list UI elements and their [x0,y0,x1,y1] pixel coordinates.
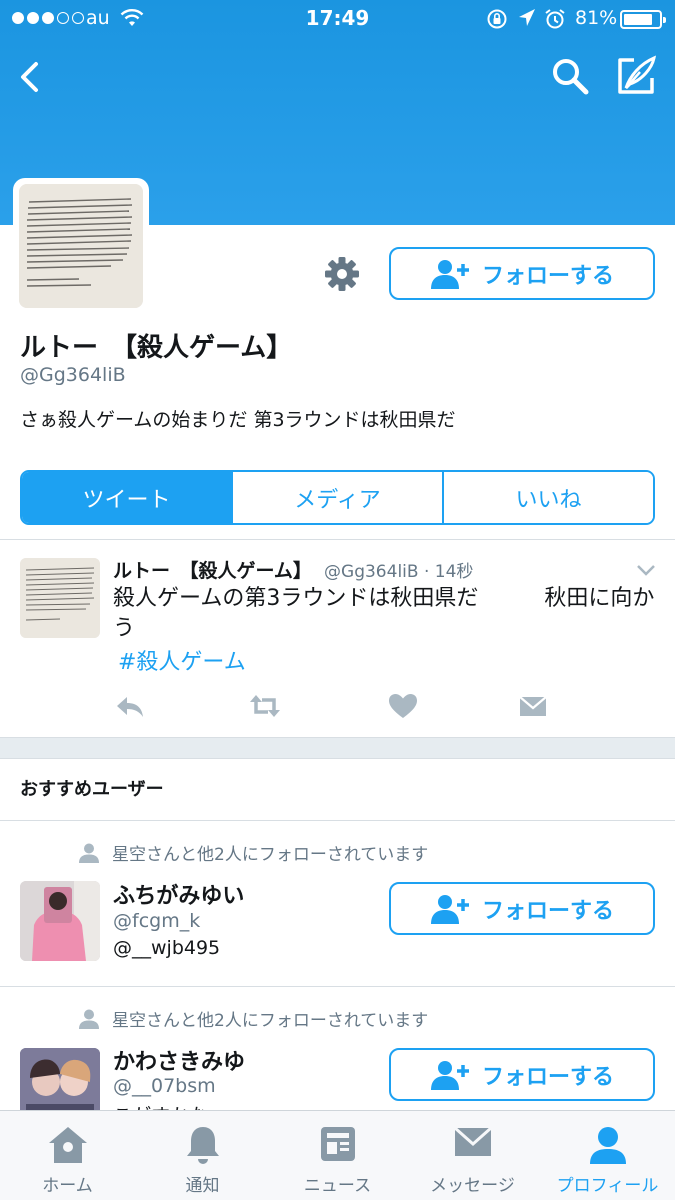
bottom-tab-bar: ホーム 通知 ニュース メッセージ プロフィール [0,1110,675,1200]
follow-context: 星空さんと他2人にフォローされています [78,840,428,865]
follow-context-text: 星空さんと他2人にフォローされています [112,845,429,865]
tweet-hashtag[interactable]: #殺人ゲーム [118,644,246,676]
add-user-icon [430,259,469,289]
profile-avatar[interactable] [13,178,149,314]
profile-handle: @Gg364liB [20,364,126,386]
tab-tweets[interactable]: ツイート [22,472,231,523]
tabbar-label: 通知 [185,1176,220,1196]
rotation-lock-icon [487,9,507,29]
tabbar-home[interactable]: ホーム [0,1111,135,1200]
divider [0,758,675,759]
clock: 17:49 [305,6,370,30]
recommended-users-title: おすすめユーザー [20,779,164,800]
profile-bio: さぁ殺人ゲームの始まりだ 第3ラウンドは秋田県だ [20,409,456,431]
tabbar-label: ホーム [42,1176,93,1196]
follow-button[interactable]: フォローする [389,247,655,300]
tab-media[interactable]: メディア [231,472,442,523]
heart-icon[interactable] [386,690,420,722]
person-icon [79,1009,99,1029]
tweet-text: 殺人ゲームの第3ラウンドは秋田県だ 秋田に向かう [113,586,655,641]
reply-icon[interactable] [113,690,147,722]
user-bio: @__wjb495 [113,937,221,959]
add-user-icon [430,894,469,924]
status-bar: au 17:49 81% [0,0,675,38]
battery-icon [620,10,666,29]
profile-icon [589,1127,626,1164]
profile-tabs: ツイート メディア いいね [20,470,655,525]
bell-icon [186,1127,219,1164]
follow-button-label: フォローする [481,898,614,924]
tweet-author-name[interactable]: ルトー 【殺人ゲーム】 [113,560,312,582]
tabbar-label: プロフィール [556,1176,659,1196]
user-handle: @__07bsm [113,1075,216,1097]
tabbar-profile[interactable]: プロフィール [540,1111,675,1200]
gear-icon[interactable] [320,252,364,296]
follow-context-text: 星空さんと他2人にフォローされています [112,1011,429,1031]
divider [0,986,675,987]
alarm-icon [545,9,565,29]
divider [0,820,675,821]
user-handle: @fcgm_k [113,910,201,932]
back-icon[interactable] [10,55,54,99]
tweet-header: ルトー 【殺人ゲーム】 @Gg364liB · 14秒 [113,556,473,583]
tabbar-notifications[interactable]: 通知 [135,1111,270,1200]
chevron-down-icon[interactable] [634,560,658,580]
location-icon [519,9,535,26]
follow-context: 星空さんと他2人にフォローされています [78,1006,428,1031]
tweet-avatar[interactable] [20,558,100,638]
document-photo [19,184,143,308]
tabbar-messages[interactable]: メッセージ [405,1111,540,1200]
follow-button[interactable]: フォローする [389,1048,655,1101]
battery-percent: 81% [575,7,618,29]
home-icon [48,1127,87,1163]
profile-display-name: ルトー 【殺人ゲーム】 [20,333,293,363]
follow-button[interactable]: フォローする [389,882,655,935]
tabbar-label: メッセージ [430,1176,515,1196]
section-separator [0,738,675,758]
news-icon [320,1127,355,1161]
user-avatar[interactable] [20,881,100,961]
user-photo [20,881,100,961]
divider [0,737,675,738]
compose-tweet-icon[interactable] [612,52,660,100]
tabbar-label: ニュース [303,1176,372,1196]
user-name[interactable]: かわさきみゆ [113,1044,245,1076]
retweet-icon[interactable] [248,690,282,722]
envelope-icon[interactable] [516,690,550,722]
follow-button-label: フォローする [481,1064,614,1090]
person-icon [79,843,99,863]
tabbar-news[interactable]: ニュース [270,1111,405,1200]
envelope-icon [453,1126,492,1156]
add-user-icon [430,1060,469,1090]
document-photo [20,558,100,638]
search-icon[interactable] [548,54,592,98]
tab-likes[interactable]: いいね [442,472,653,523]
divider [0,539,675,540]
follow-button-label: フォローする [481,263,614,289]
user-name[interactable]: ふちがみゆい [113,878,244,910]
tweet-handle-time: @Gg364liB · 14秒 [324,562,474,582]
